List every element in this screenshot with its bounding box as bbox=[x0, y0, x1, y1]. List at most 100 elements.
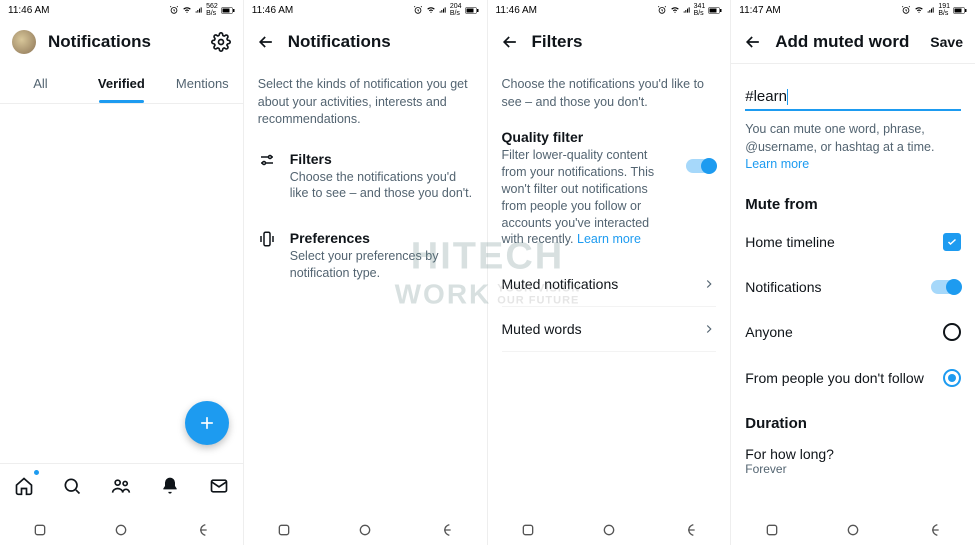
tab-verified[interactable]: Verified bbox=[81, 64, 162, 103]
status-bar: 11:46 AM 204B/s bbox=[244, 0, 487, 20]
wifi-icon bbox=[670, 5, 680, 15]
header: Filters bbox=[488, 20, 731, 64]
arrow-left-icon bbox=[743, 32, 763, 52]
status-time: 11:46 AM bbox=[8, 5, 50, 16]
chevron-right-icon bbox=[702, 277, 716, 291]
notifications-toggle[interactable] bbox=[931, 280, 961, 294]
home-timeline-checkbox[interactable] bbox=[943, 233, 961, 251]
battery-icon bbox=[465, 6, 479, 15]
description: Choose the notifications you'd like to s… bbox=[502, 76, 717, 111]
learn-more-link[interactable]: Learn more bbox=[577, 232, 641, 246]
nav-home[interactable] bbox=[14, 476, 34, 496]
battery-icon bbox=[708, 6, 722, 15]
nav-notifications[interactable] bbox=[160, 476, 180, 496]
header: Notifications bbox=[244, 20, 487, 64]
android-home-icon[interactable] bbox=[113, 522, 129, 538]
content: Select the kinds of notification you get… bbox=[244, 64, 487, 308]
screen-add-muted-word: 11:47 AM 191B/s Add muted word Save #lea… bbox=[731, 0, 975, 545]
header: Add muted word Save bbox=[731, 20, 975, 64]
anyone-radio[interactable] bbox=[943, 323, 961, 341]
alarm-icon bbox=[413, 5, 423, 15]
content: Choose the notifications you'd like to s… bbox=[488, 64, 731, 364]
arrow-left-icon bbox=[256, 32, 276, 52]
page-title: Notifications bbox=[288, 32, 391, 52]
android-home-icon[interactable] bbox=[357, 522, 373, 538]
android-back-icon[interactable] bbox=[682, 522, 698, 538]
android-home-icon[interactable] bbox=[601, 522, 617, 538]
battery-icon bbox=[221, 6, 235, 15]
screen-notifications-tabs: 11:46 AM 562B/s Notifications All Verifi… bbox=[0, 0, 244, 545]
settings-button[interactable] bbox=[211, 32, 231, 52]
nav-search[interactable] bbox=[62, 476, 82, 496]
gear-icon bbox=[211, 32, 231, 52]
signal-icon bbox=[927, 5, 935, 15]
content: #learn You can mute one word, phrase, @u… bbox=[731, 64, 975, 496]
signal-icon bbox=[195, 5, 203, 15]
page-title: Filters bbox=[532, 32, 583, 52]
quality-filter-row: Quality filter Filter lower-quality cont… bbox=[502, 119, 717, 262]
android-nav bbox=[244, 515, 487, 545]
mute-notifications-row[interactable]: Notifications bbox=[745, 265, 961, 309]
battery-icon bbox=[953, 6, 967, 15]
learn-more-link[interactable]: Learn more bbox=[745, 157, 809, 171]
row-label: Muted notifications bbox=[502, 276, 619, 292]
android-recent-icon[interactable] bbox=[32, 522, 48, 538]
mute-anyone-row[interactable]: Anyone bbox=[745, 309, 961, 355]
row-sub: Select your preferences by notification … bbox=[290, 248, 473, 282]
dont-follow-radio[interactable] bbox=[943, 369, 961, 387]
screen-filters: 11:46 AM 341B/s Filters Choose the notif… bbox=[488, 0, 732, 545]
save-button[interactable]: Save bbox=[930, 34, 963, 50]
page-title: Add muted word bbox=[775, 32, 909, 52]
android-recent-icon[interactable] bbox=[764, 522, 780, 538]
status-bar: 11:46 AM 341B/s bbox=[488, 0, 731, 20]
android-nav bbox=[488, 515, 731, 545]
mute-dont-follow-row[interactable]: From people you don't follow bbox=[745, 355, 961, 401]
row-sub: Choose the notifications you'd like to s… bbox=[290, 169, 473, 203]
android-nav bbox=[731, 515, 975, 545]
alarm-icon bbox=[169, 5, 179, 15]
arrow-left-icon bbox=[500, 32, 520, 52]
alarm-icon bbox=[901, 5, 911, 15]
status-icons: 562B/s bbox=[169, 3, 235, 17]
back-button[interactable] bbox=[500, 32, 520, 52]
tab-all[interactable]: All bbox=[0, 64, 81, 103]
wifi-icon bbox=[914, 5, 924, 15]
search-icon bbox=[62, 476, 82, 496]
android-recent-icon[interactable] bbox=[520, 522, 536, 538]
signal-icon bbox=[439, 5, 447, 15]
tab-mentions[interactable]: Mentions bbox=[162, 64, 243, 103]
android-back-icon[interactable] bbox=[438, 522, 454, 538]
row-preferences[interactable]: Preferences Select your preferences by n… bbox=[258, 216, 473, 296]
muted-word-input-wrap[interactable]: #learn bbox=[745, 82, 961, 111]
back-button[interactable] bbox=[256, 32, 276, 52]
muted-word-input[interactable]: #learn bbox=[745, 88, 788, 105]
people-icon bbox=[110, 476, 132, 496]
quality-filter-body: Filter lower-quality content from your n… bbox=[502, 147, 673, 248]
mail-icon bbox=[209, 476, 229, 496]
muted-notifications-row[interactable]: Muted notifications bbox=[502, 262, 717, 307]
android-home-icon[interactable] bbox=[845, 522, 861, 538]
row-filters[interactable]: Filters Choose the notifications you'd l… bbox=[258, 137, 473, 217]
compose-fab[interactable] bbox=[185, 401, 229, 445]
quality-filter-title: Quality filter bbox=[502, 129, 673, 145]
android-back-icon[interactable] bbox=[194, 522, 210, 538]
quality-filter-toggle[interactable] bbox=[686, 159, 716, 173]
muted-words-row[interactable]: Muted words bbox=[502, 307, 717, 352]
row-label: Anyone bbox=[745, 324, 792, 340]
mute-home-timeline-row[interactable]: Home timeline bbox=[745, 219, 961, 265]
avatar[interactable] bbox=[12, 30, 36, 54]
nav-messages[interactable] bbox=[209, 476, 229, 496]
nav-communities[interactable] bbox=[110, 476, 132, 496]
hint-text: You can mute one word, phrase, @username… bbox=[745, 121, 961, 174]
android-back-icon[interactable] bbox=[926, 522, 942, 538]
bottom-nav bbox=[0, 463, 243, 507]
description: Select the kinds of notification you get… bbox=[258, 76, 473, 129]
row-label: Home timeline bbox=[745, 234, 834, 250]
home-icon bbox=[14, 476, 34, 496]
duration-row[interactable]: For how long? Forever bbox=[745, 438, 961, 484]
android-nav bbox=[0, 515, 243, 545]
back-button[interactable] bbox=[743, 32, 763, 52]
plus-icon bbox=[197, 413, 217, 433]
android-recent-icon[interactable] bbox=[276, 522, 292, 538]
header: Notifications bbox=[0, 20, 243, 64]
